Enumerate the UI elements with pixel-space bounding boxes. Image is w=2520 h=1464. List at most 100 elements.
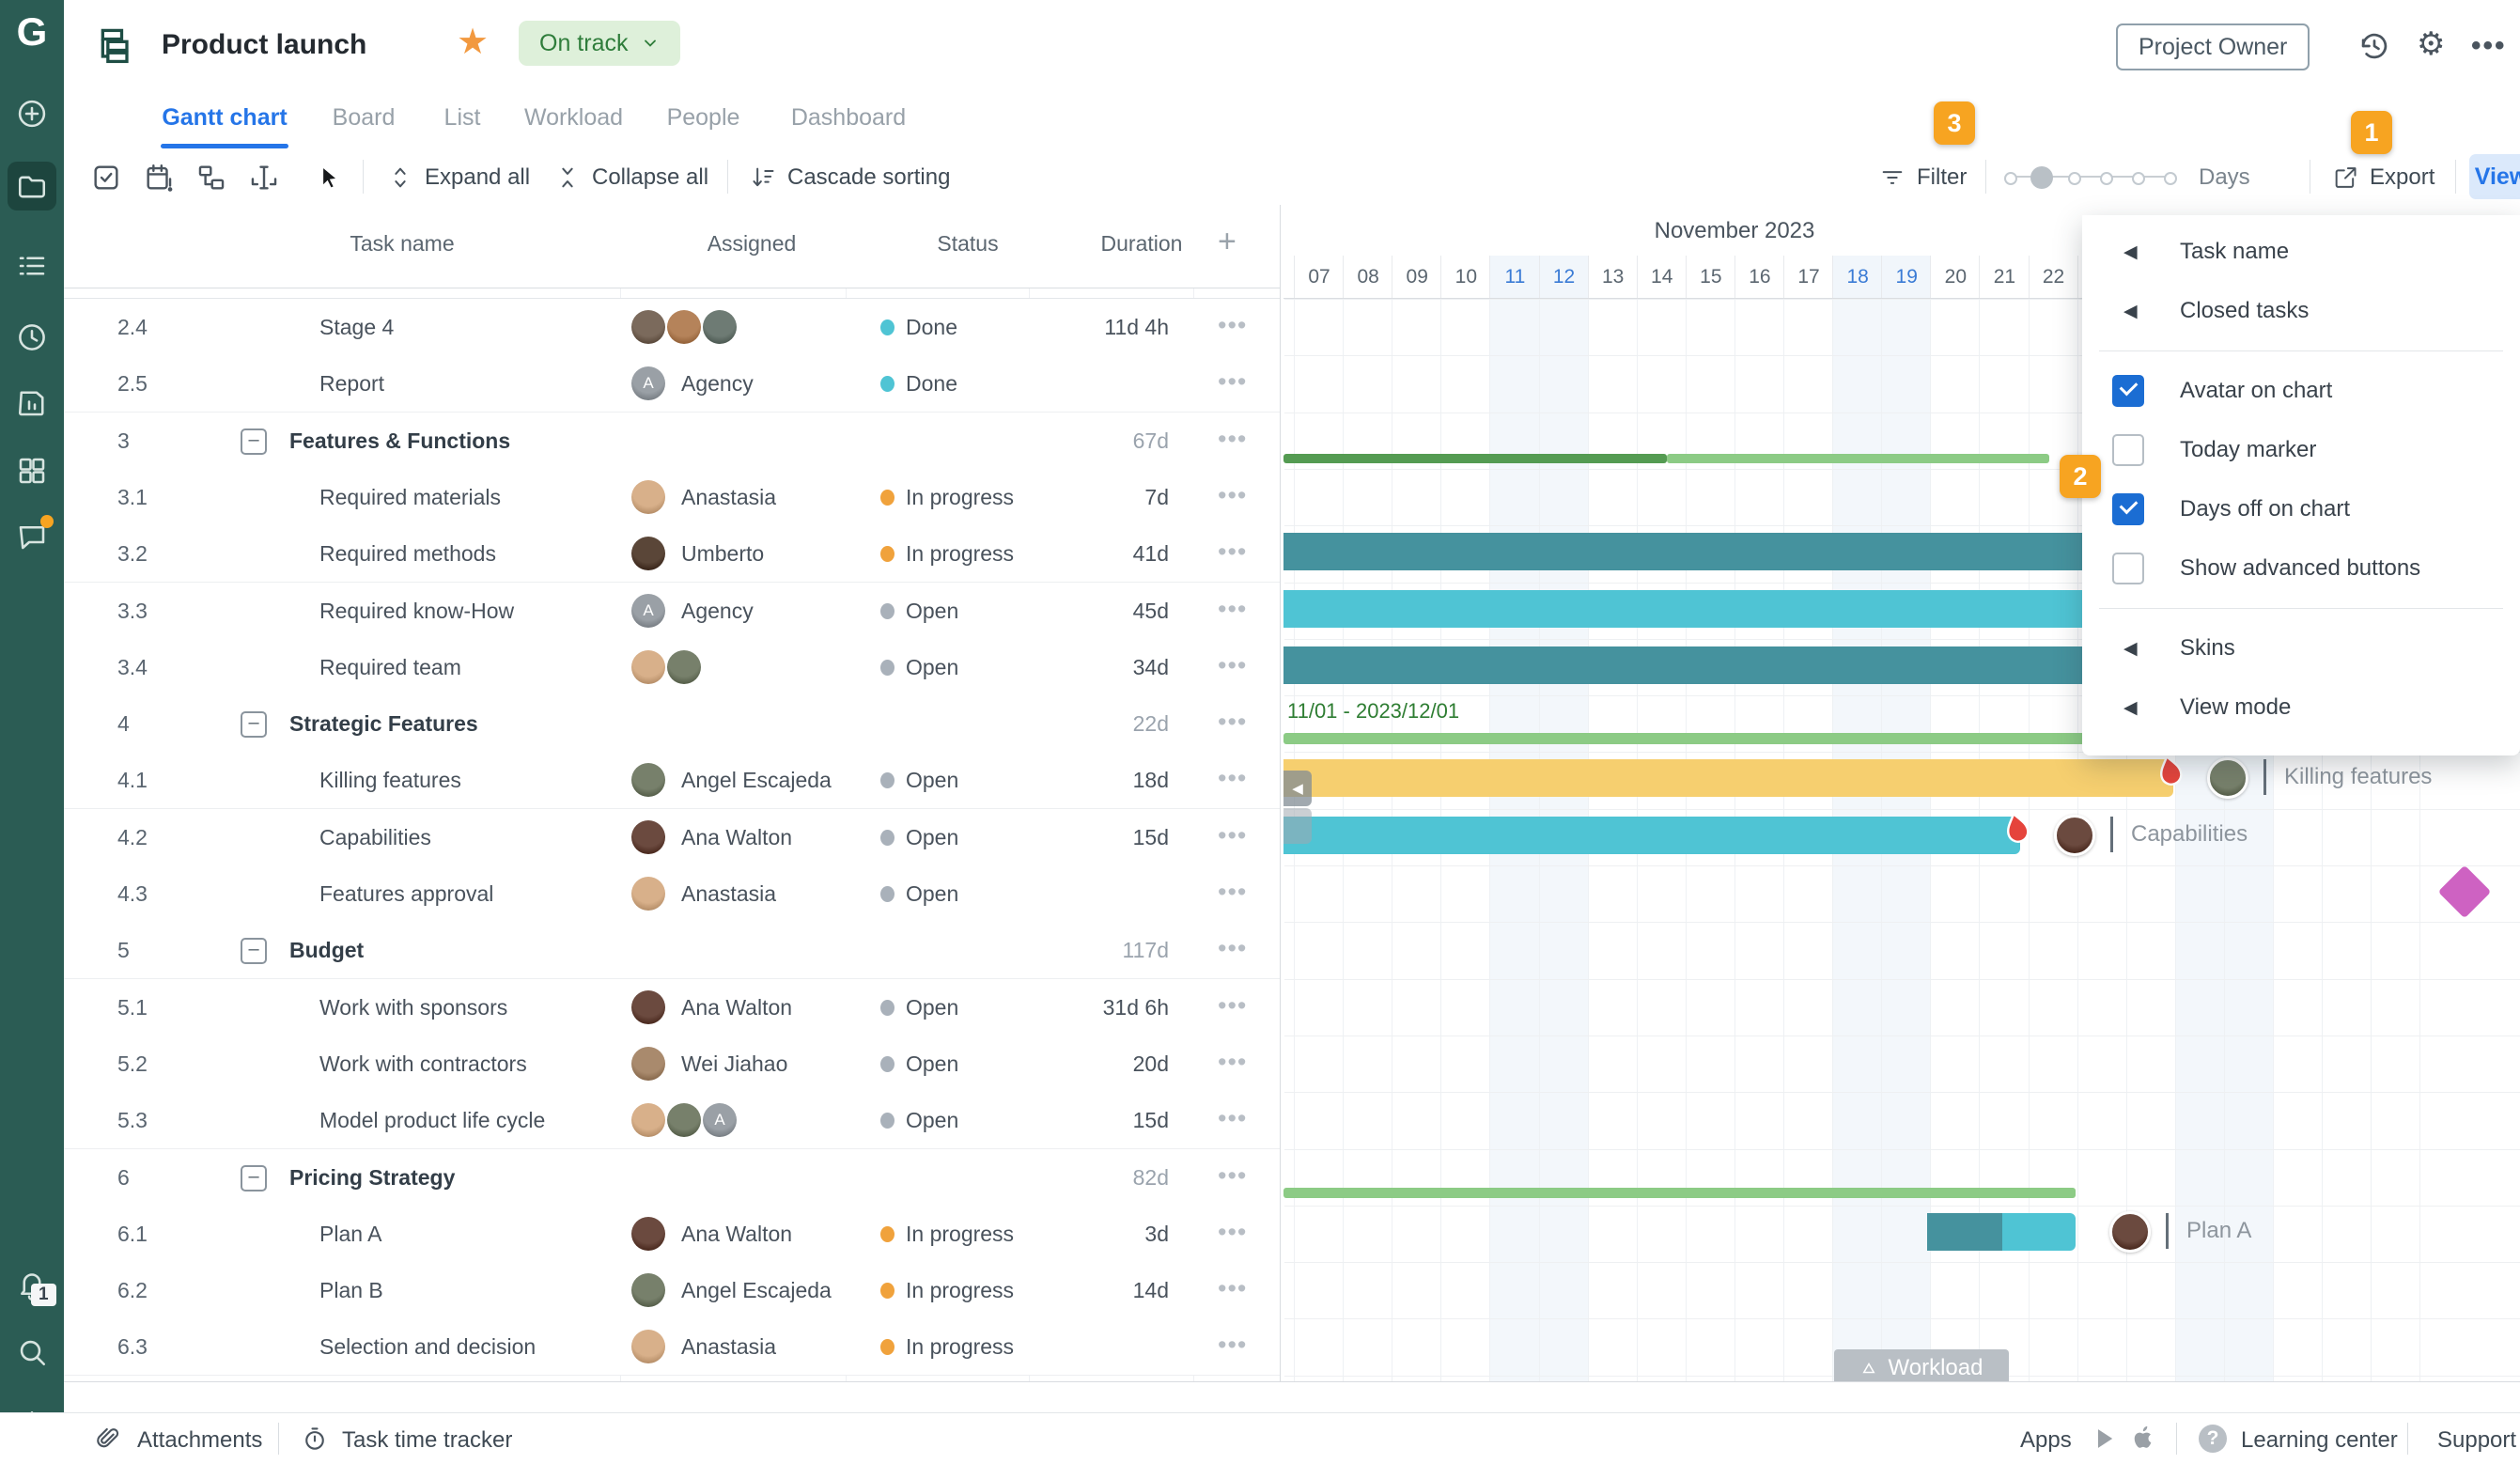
- tab-workload[interactable]: Workload: [525, 90, 622, 145]
- task-name[interactable]: Killing features: [319, 768, 461, 793]
- task-name[interactable]: Strategic Features: [289, 711, 478, 737]
- export-button[interactable]: Export: [2332, 164, 2434, 191]
- status-label[interactable]: Open: [906, 599, 958, 624]
- tab-board[interactable]: Board: [331, 90, 397, 145]
- task-bar[interactable]: [1283, 759, 2173, 797]
- collapse-group-icon[interactable]: –: [241, 938, 267, 964]
- task-name[interactable]: Features & Functions: [289, 428, 510, 454]
- google-play-icon[interactable]: [2092, 1425, 2118, 1452]
- checkbox-avatar-on-chart[interactable]: [2112, 375, 2144, 407]
- task-name[interactable]: Budget: [289, 938, 364, 963]
- settings-gear-icon[interactable]: ⚙: [2417, 28, 2445, 60]
- horizontal-scrollbar[interactable]: [64, 1381, 2520, 1382]
- scroll-to-task-handle[interactable]: ◀: [1283, 771, 1312, 806]
- status-label[interactable]: In progress: [906, 541, 1014, 567]
- expand-all-button[interactable]: Expand all: [387, 164, 530, 191]
- apps-label[interactable]: Apps: [2020, 1427, 2072, 1454]
- task-duration[interactable]: 15d: [1133, 1108, 1169, 1133]
- zoom-slider-thumb[interactable]: [2030, 166, 2053, 189]
- checkbox-days-off-on-chart[interactable]: [2112, 493, 2144, 525]
- learning-center-link[interactable]: Learning center: [2241, 1427, 2398, 1454]
- checkbox-today-marker[interactable]: [2112, 434, 2144, 466]
- sidebar-item-grid[interactable]: [12, 451, 52, 491]
- row-menu-icon[interactable]: •••: [1218, 595, 1247, 624]
- row-menu-icon[interactable]: •••: [1218, 764, 1247, 793]
- status-label[interactable]: Open: [906, 881, 958, 907]
- task-bar[interactable]: [1283, 817, 2020, 854]
- row-menu-icon[interactable]: •••: [1218, 878, 1247, 907]
- status-label[interactable]: Open: [906, 825, 958, 850]
- status-label[interactable]: Done: [906, 371, 957, 397]
- group-summary-bar[interactable]: [1667, 454, 2049, 463]
- status-label[interactable]: In progress: [906, 485, 1014, 510]
- task-name[interactable]: Model product life cycle: [319, 1108, 545, 1133]
- task-bar[interactable]: [1927, 1213, 2002, 1251]
- sidebar-item-search[interactable]: [12, 1332, 52, 1372]
- column-header-assigned[interactable]: Assigned: [620, 231, 883, 257]
- task-bar[interactable]: [2002, 1213, 2076, 1251]
- history-icon[interactable]: [2357, 28, 2392, 64]
- row-menu-icon[interactable]: •••: [1218, 537, 1247, 567]
- row-menu-icon[interactable]: •••: [1218, 651, 1247, 680]
- task-name[interactable]: Required materials: [319, 485, 501, 510]
- tab-people[interactable]: People: [666, 90, 740, 145]
- task-name[interactable]: Plan B: [319, 1278, 383, 1303]
- task-duration[interactable]: 7d: [1144, 485, 1169, 510]
- row-menu-icon[interactable]: •••: [1218, 1274, 1247, 1303]
- tab-list[interactable]: List: [439, 90, 486, 145]
- row-menu-icon[interactable]: •••: [1218, 481, 1247, 510]
- row-menu-icon[interactable]: •••: [1218, 425, 1247, 454]
- row-menu-icon[interactable]: •••: [1218, 1218, 1247, 1247]
- subtask-structure-icon[interactable]: [195, 162, 227, 194]
- task-duration[interactable]: 41d: [1133, 541, 1169, 567]
- menu-item-days-off-on-chart[interactable]: Days off on chart: [2082, 480, 2520, 538]
- status-label[interactable]: In progress: [906, 1278, 1014, 1303]
- row-menu-icon[interactable]: •••: [1218, 1331, 1247, 1360]
- task-duration[interactable]: 34d: [1133, 655, 1169, 680]
- row-menu-icon[interactable]: •••: [1218, 367, 1247, 397]
- apple-icon[interactable]: [2129, 1424, 2157, 1452]
- task-name[interactable]: Required know-How: [319, 599, 514, 624]
- task-duration[interactable]: 15d: [1133, 825, 1169, 850]
- row-menu-icon[interactable]: •••: [1218, 821, 1247, 850]
- row-menu-icon[interactable]: •••: [1218, 934, 1247, 963]
- menu-item-avatar-on-chart[interactable]: Avatar on chart: [2082, 362, 2520, 420]
- task-name[interactable]: Pricing Strategy: [289, 1165, 455, 1191]
- task-duration[interactable]: 18d: [1133, 768, 1169, 793]
- menu-item-show-advanced-buttons[interactable]: Show advanced buttons: [2082, 539, 2520, 598]
- task-name[interactable]: Work with contractors: [319, 1051, 527, 1077]
- scroll-to-task-handle[interactable]: [1283, 808, 1312, 844]
- column-header-task-name[interactable]: Task name: [280, 231, 524, 257]
- overdue-tasks-icon[interactable]: [143, 162, 175, 194]
- attachments-link[interactable]: Attachments: [137, 1427, 262, 1454]
- sidebar-item-clock[interactable]: [12, 318, 52, 357]
- collapse-group-icon[interactable]: –: [241, 428, 267, 455]
- filter-button[interactable]: Filter: [1879, 164, 1967, 191]
- role-button[interactable]: Project Owner: [2116, 23, 2310, 70]
- sidebar-item-list[interactable]: [12, 246, 52, 286]
- sidebar-item-report[interactable]: [12, 383, 52, 423]
- task-time-tracker-link[interactable]: Task time tracker: [342, 1427, 512, 1454]
- favorite-star-icon[interactable]: ★: [457, 24, 489, 60]
- menu-item-skins[interactable]: ◀ Skins: [2082, 619, 2520, 677]
- sidebar-item-chat[interactable]: [12, 517, 52, 556]
- group-summary-bar[interactable]: [1283, 1188, 2076, 1198]
- row-menu-icon[interactable]: •••: [1218, 991, 1247, 1020]
- task-duration[interactable]: 22d: [1133, 711, 1169, 737]
- collapse-all-button[interactable]: Collapse all: [554, 164, 708, 191]
- task-duration[interactable]: 3d: [1144, 1222, 1169, 1247]
- collapse-group-icon[interactable]: –: [241, 1165, 267, 1191]
- status-label[interactable]: In progress: [906, 1222, 1014, 1247]
- menu-item-closed-tasks[interactable]: ◀ Closed tasks: [2082, 282, 2520, 340]
- menu-item-today-marker[interactable]: Today marker: [2082, 421, 2520, 479]
- status-label[interactable]: Open: [906, 768, 958, 793]
- sidebar-item-bell[interactable]: 1: [12, 1265, 52, 1304]
- status-label[interactable]: Open: [906, 1051, 958, 1077]
- group-summary-bar[interactable]: [1283, 454, 1667, 463]
- row-menu-icon[interactable]: •••: [1218, 1104, 1247, 1133]
- row-menu-icon[interactable]: •••: [1218, 311, 1247, 340]
- tab-gantt-chart[interactable]: Gantt chart: [161, 90, 288, 145]
- sidebar-item-plus-circle[interactable]: [12, 94, 52, 133]
- task-name[interactable]: Required methods: [319, 541, 496, 567]
- collapse-group-icon[interactable]: –: [241, 711, 267, 738]
